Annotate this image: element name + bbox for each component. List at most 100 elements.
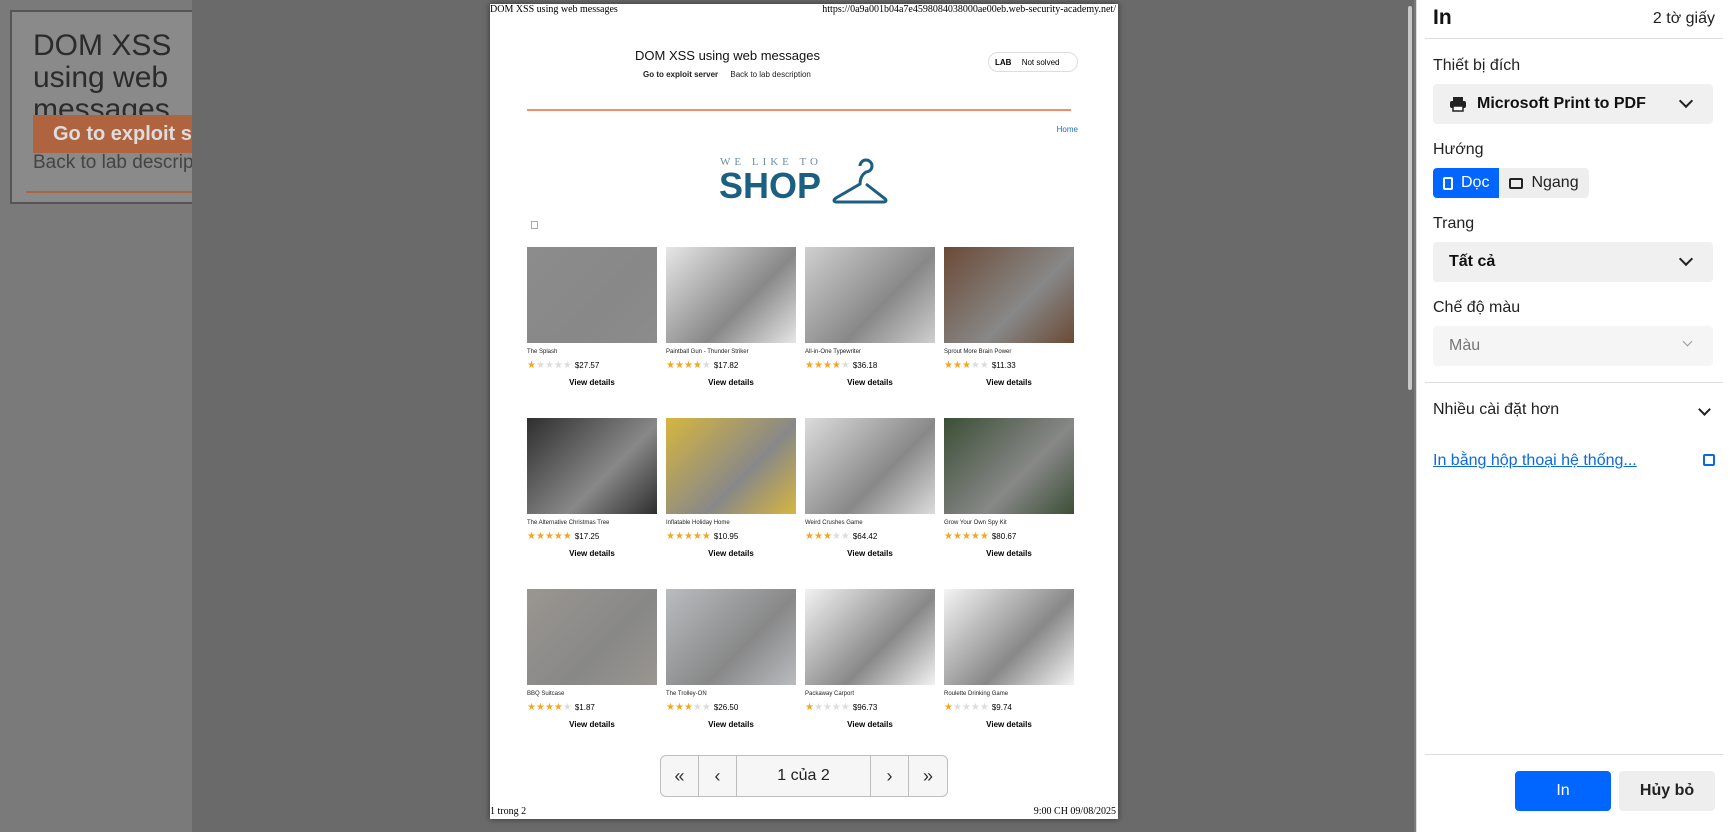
star-icon: ★: [840, 701, 850, 713]
pages-select[interactable]: Tất cả: [1433, 242, 1713, 282]
product-rating-row: ★★★★★ $17.25: [527, 530, 657, 542]
orientation-label: Hướng: [1433, 141, 1484, 158]
product-card: Weird Crushes Game ★★★★★ $64.42 View detail…: [805, 418, 935, 578]
divider: [1425, 38, 1723, 39]
star-icon: ★: [805, 530, 814, 542]
prev-page-button[interactable]: ‹: [699, 756, 737, 796]
first-page-button[interactable]: «: [661, 756, 699, 796]
star-rating: ★★★★★: [805, 531, 850, 542]
product-card: The Alternative Christmas Tree ★★★★★ $17.2…: [527, 418, 657, 578]
view-details-button[interactable]: View details: [944, 549, 1074, 558]
home-link: Home: [1056, 125, 1078, 134]
exploit-link: Go to exploit server: [643, 70, 719, 79]
star-icon: ★: [674, 359, 684, 371]
star-icon: ★: [562, 359, 572, 371]
destination-select[interactable]: Microsoft Print to PDF: [1433, 84, 1713, 124]
star-icon: ★: [979, 701, 989, 713]
page-indicator[interactable]: 1 của 2: [737, 756, 871, 796]
star-icon: ★: [952, 530, 962, 542]
star-icon: ★: [813, 701, 823, 713]
header-divider: [527, 109, 1071, 111]
view-details-button[interactable]: View details: [527, 549, 657, 558]
star-icon: ★: [961, 701, 971, 713]
star-icon: ★: [805, 701, 814, 713]
chevron-down-icon: [1698, 403, 1711, 416]
star-icon: ★: [840, 530, 850, 542]
external-link-icon[interactable]: [1703, 454, 1715, 466]
star-rating: ★★★★★: [527, 531, 572, 542]
product-card: Inflatable Holiday Home ★★★★★ $10.95 View d…: [666, 418, 796, 578]
view-details-button[interactable]: View details: [805, 378, 935, 387]
product-card: Roulette Drinking Game ★★★★★ $9.74 View det…: [944, 589, 1074, 749]
product-price: $96.73: [852, 702, 878, 712]
cancel-button[interactable]: Hủy bỏ: [1619, 771, 1715, 811]
product-price: $36.18: [852, 360, 878, 370]
star-icon: ★: [831, 359, 841, 371]
product-price: $80.67: [991, 531, 1017, 541]
hanger-icon: [832, 158, 888, 204]
view-details-button[interactable]: View details: [527, 720, 657, 729]
product-rating-row: ★★★★★ $96.73: [805, 701, 935, 713]
print-button[interactable]: In: [1515, 771, 1611, 811]
view-details-button[interactable]: View details: [944, 378, 1074, 387]
product-image: [527, 247, 657, 343]
star-icon: ★: [535, 701, 545, 713]
product-rating-row: ★★★★★ $10.95: [666, 530, 796, 542]
view-details-button[interactable]: View details: [666, 378, 796, 387]
product-rating-row: ★★★★★ $36.18: [805, 359, 935, 371]
star-icon: ★: [666, 530, 675, 542]
view-details-button[interactable]: View details: [527, 378, 657, 387]
product-card: BBQ Suitcase ★★★★★ $1.87 View details: [527, 589, 657, 749]
system-dialog-link[interactable]: In bằng hộp thoại hệ thống...: [1433, 452, 1637, 470]
product-name: Packaway Carport: [805, 691, 855, 697]
product-rating-row: ★★★★★ $27.57: [527, 359, 657, 371]
landscape-option[interactable]: Ngang: [1499, 168, 1589, 198]
next-page-button[interactable]: ›: [871, 756, 909, 796]
logo-text: SHOP: [719, 165, 822, 206]
color-mode-select[interactable]: Màu: [1433, 326, 1713, 366]
view-details-button[interactable]: View details: [944, 720, 1074, 729]
product-rating-row: ★★★★★ $17.82: [666, 359, 796, 371]
product-name: Weird Crushes Game: [805, 520, 863, 526]
preview-scrollbar[interactable]: [1408, 6, 1412, 390]
product-name: BBQ Suitcase: [527, 691, 565, 697]
product-rating-row: ★★★★★ $64.42: [805, 530, 935, 542]
star-icon: ★: [674, 701, 684, 713]
star-icon: ★: [813, 359, 823, 371]
star-rating: ★★★★★: [527, 360, 572, 371]
sheet-footer-date: 9:00 CH 09/08/2025: [1033, 806, 1116, 817]
star-icon: ★: [553, 701, 563, 713]
star-icon: ★: [701, 701, 711, 713]
product-image: [944, 589, 1074, 685]
product-image: [805, 247, 935, 343]
more-settings-toggle[interactable]: Nhiều cài đặt hơn: [1433, 401, 1713, 419]
view-details-button[interactable]: View details: [805, 549, 935, 558]
sheet-footer-page: 1 trong 2: [490, 806, 527, 817]
product-image: [666, 247, 796, 343]
divider: [1425, 382, 1723, 383]
star-icon: ★: [944, 359, 953, 371]
last-page-button[interactable]: »: [909, 756, 947, 796]
product-price: $27.57: [574, 360, 600, 370]
view-details-button[interactable]: View details: [805, 720, 935, 729]
product-rating-row: ★★★★★ $9.74: [944, 701, 1074, 713]
printer-icon: [1450, 97, 1466, 112]
view-details-button[interactable]: View details: [666, 720, 796, 729]
product-name: The Alternative Christmas Tree: [527, 520, 610, 526]
destination-label: Thiết bị đích: [1433, 57, 1521, 74]
product-price: $64.42: [852, 531, 878, 541]
product-name: Inflatable Holiday Home: [666, 520, 730, 526]
star-rating: ★★★★★: [944, 360, 989, 371]
star-icon: ★: [683, 701, 693, 713]
chevron-down-icon: [1678, 93, 1694, 109]
product-price: $10.95: [713, 531, 739, 541]
star-icon: ★: [692, 701, 702, 713]
portrait-option[interactable]: Dọc: [1433, 168, 1500, 198]
star-rating: ★★★★★: [944, 531, 989, 542]
product-image: [666, 589, 796, 685]
product-image: [944, 418, 1074, 514]
view-details-button[interactable]: View details: [666, 549, 796, 558]
pages-label: Trang: [1433, 215, 1475, 232]
product-price: $1.87: [574, 702, 595, 712]
star-icon: ★: [961, 530, 971, 542]
